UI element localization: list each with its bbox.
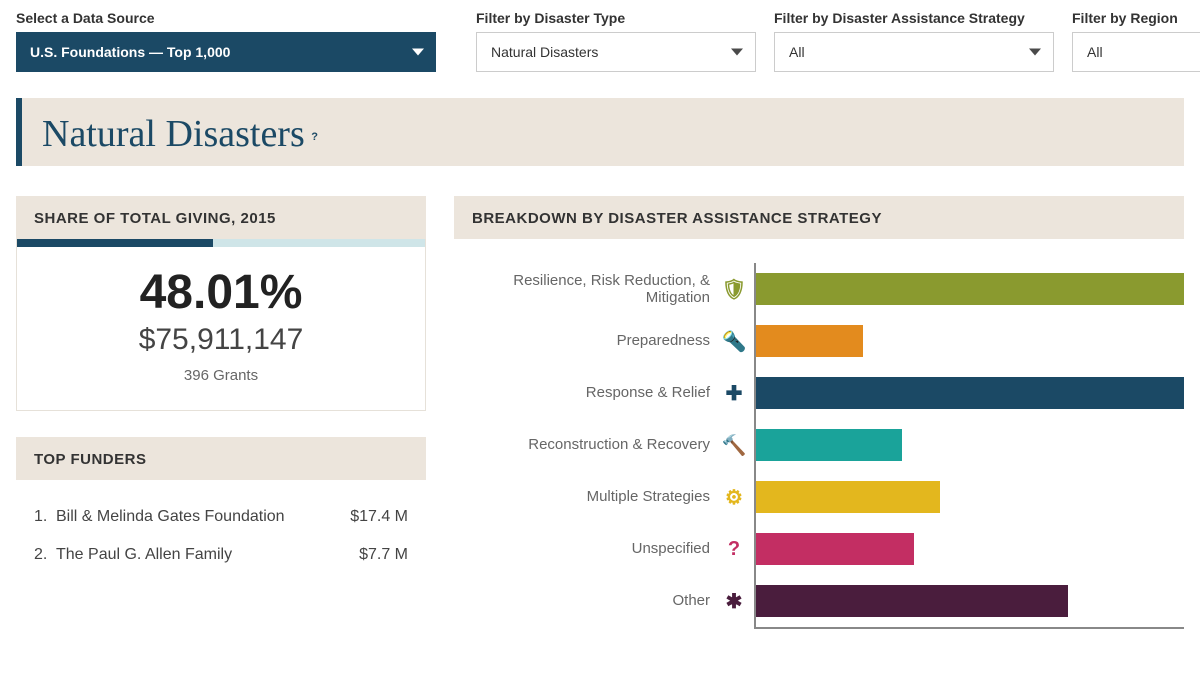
shield-icon: 🛡 [714,263,754,315]
chart-category-label: Response & Relief [454,367,714,419]
region-select[interactable]: All [1072,32,1200,72]
funder-value: $17.4 M [338,508,408,526]
question-icon: ? [714,523,754,575]
flashlight-icon: 🔦 [714,315,754,367]
data-source-select[interactable]: U.S. Foundations — Top 1,000 [16,32,436,72]
chart-bar-row[interactable] [756,471,1184,523]
region-filter: Filter by Region All [1072,10,1200,72]
funder-name: Bill & Melinda Gates Foundation [56,508,338,526]
chart-bar [756,481,940,513]
chart-icons-column: 🛡🔦✚🔨⚙?✱ [714,263,754,629]
top-funder-row[interactable]: 2. The Paul G. Allen Family $7.7 M [34,536,408,574]
share-grants: 396 Grants [27,367,415,384]
chart-bar [756,585,1068,617]
chart-bars-column [754,263,1184,629]
chart-panel: BREAKDOWN BY DISASTER ASSISTANCE STRATEG… [454,196,1184,629]
chart-bar [756,325,863,357]
chevron-down-icon [731,49,743,56]
chart-bar-row[interactable] [756,523,1184,575]
share-percent: 48.01% [27,269,415,317]
share-header: SHARE OF TOTAL GIVING, 2015 [16,196,426,239]
top-funders-panel: TOP FUNDERS 1. Bill & Melinda Gates Foun… [16,437,426,574]
funder-rank: 1. [34,508,56,526]
chart-bar-row[interactable] [756,263,1184,315]
filters-row: Select a Data Source U.S. Foundations — … [16,10,1184,72]
chart-category-label: Unspecified [454,523,714,575]
region-value: All [1087,44,1103,60]
share-progress-fill [17,239,213,247]
chevron-down-icon [1029,49,1041,56]
disaster-type-label: Filter by Disaster Type [476,10,756,26]
chart-category-label: Reconstruction & Recovery [454,419,714,471]
disaster-type-value: Natural Disasters [491,44,598,60]
chart-bar [756,377,1184,409]
share-body: 48.01% $75,911,147 396 Grants [17,247,425,410]
top-funders-header: TOP FUNDERS [16,437,426,480]
page-title-bar: Natural Disasters ? [16,98,1184,166]
page-title: Natural Disasters [42,112,305,156]
left-column: SHARE OF TOTAL GIVING, 2015 48.01% $75,9… [16,196,426,629]
data-source-label: Select a Data Source [16,10,436,26]
chart-category-label: Preparedness [454,315,714,367]
chart-category-label: Multiple Strategies [454,471,714,523]
chart-bar-row[interactable] [756,575,1184,627]
share-progress-track [17,239,425,247]
chart-header: BREAKDOWN BY DISASTER ASSISTANCE STRATEG… [454,196,1184,239]
chart-bar-row[interactable] [756,315,1184,367]
strategy-select[interactable]: All [774,32,1054,72]
chart-area: Resilience, Risk Reduction, & Mitigation… [454,263,1184,629]
chart-bar-row[interactable] [756,367,1184,419]
strategy-filter: Filter by Disaster Assistance Strategy A… [774,10,1054,72]
funder-name: The Paul G. Allen Family [56,546,338,564]
chart-labels-column: Resilience, Risk Reduction, & Mitigation… [454,263,714,629]
strategy-label: Filter by Disaster Assistance Strategy [774,10,1054,26]
share-amount: $75,911,147 [27,323,415,357]
hammer-icon: 🔨 [714,419,754,471]
disaster-type-filter: Filter by Disaster Type Natural Disaster… [476,10,756,72]
main-content: SHARE OF TOTAL GIVING, 2015 48.01% $75,9… [16,196,1184,629]
region-label: Filter by Region [1072,10,1200,26]
help-icon[interactable]: ? [311,131,318,143]
disaster-type-select[interactable]: Natural Disasters [476,32,756,72]
chart-category-label: Other [454,575,714,627]
chart-bar [756,273,1184,305]
funder-value: $7.7 M [338,546,408,564]
funder-rank: 2. [34,546,56,564]
data-source-filter: Select a Data Source U.S. Foundations — … [16,10,436,72]
asterisk-icon: ✱ [714,575,754,627]
strategy-value: All [789,44,805,60]
top-funder-row[interactable]: 1. Bill & Melinda Gates Foundation $17.4… [34,498,408,536]
top-funders-list: 1. Bill & Melinda Gates Foundation $17.4… [16,488,426,574]
data-source-value: U.S. Foundations — Top 1,000 [30,44,230,60]
medical-cross-icon: ✚ [714,367,754,419]
chart-category-label: Resilience, Risk Reduction, & Mitigation [454,263,714,315]
chart-bar-row[interactable] [756,419,1184,471]
chevron-down-icon [412,49,424,56]
chart-bar [756,533,914,565]
chart-bar [756,429,902,461]
gears-icon: ⚙ [714,471,754,523]
share-panel: SHARE OF TOTAL GIVING, 2015 48.01% $75,9… [16,196,426,411]
